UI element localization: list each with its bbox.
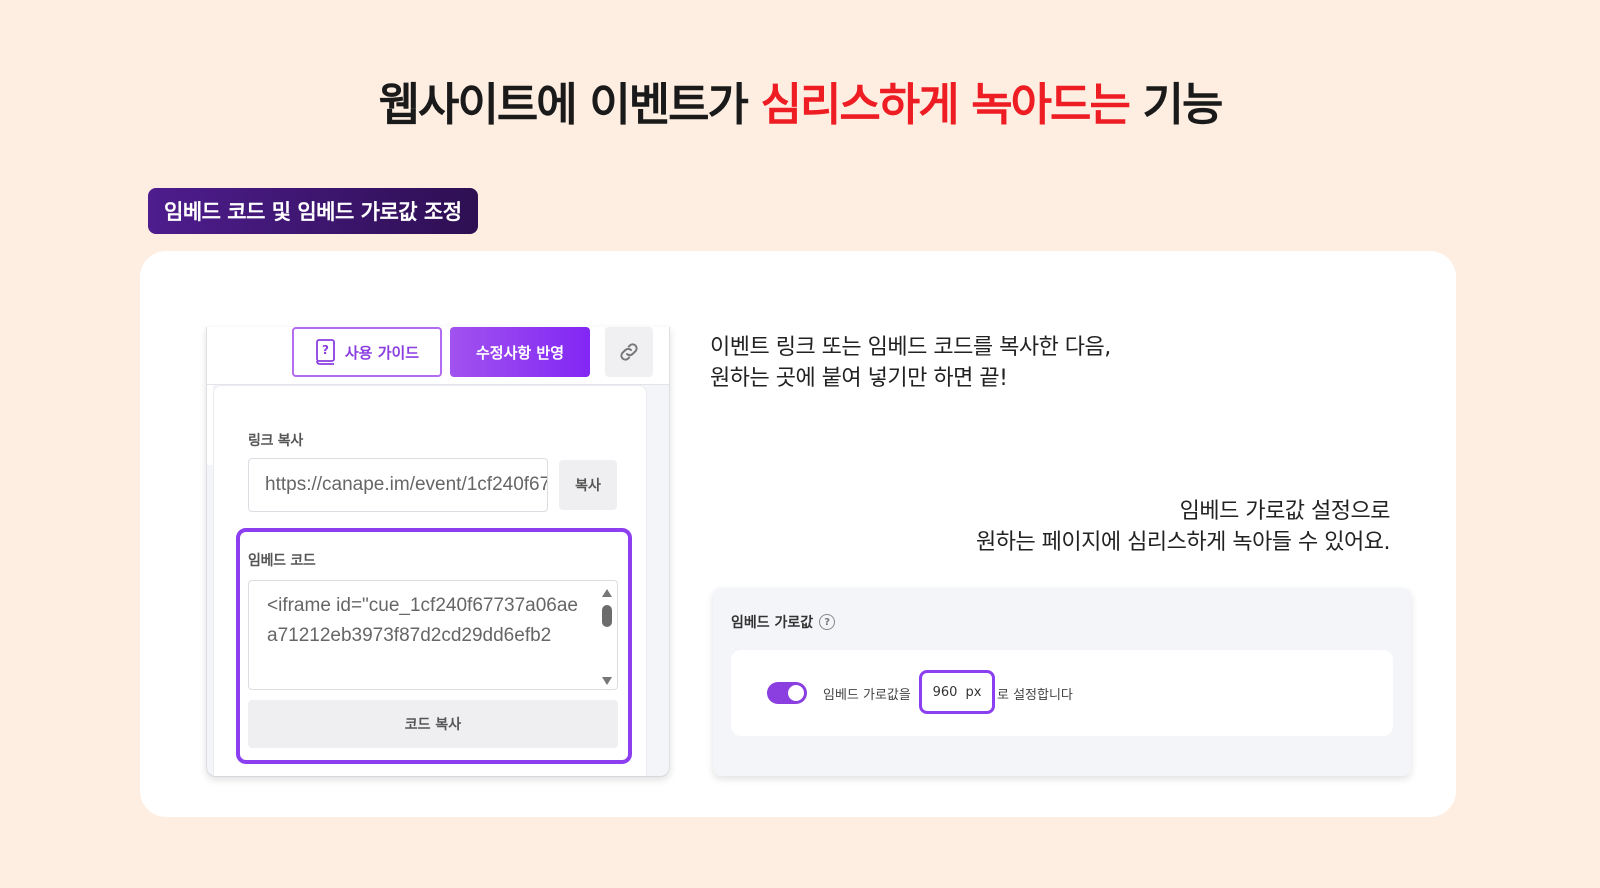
embed-settings-mock: ? 사용 가이드 수정사항 반영 링크 복사 https://canape.im…: [206, 327, 670, 777]
guide-button[interactable]: ? 사용 가이드: [292, 327, 442, 377]
svg-text:?: ?: [322, 343, 329, 357]
section-badge: 임베드 코드 및 임베드 가로값 조정: [148, 188, 478, 234]
embed-width-panel: 임베드 가로값 ? 임베드 가로값을 960 px 로 설정합니다: [713, 588, 1411, 776]
embed-width-value: 960: [932, 684, 958, 700]
width-text-before: 임베드 가로값을: [823, 688, 911, 703]
embed-code-textarea[interactable]: <iframe id="cue_1cf240f67737a06aea71212e…: [248, 580, 618, 690]
description-copy: 이벤트 링크 또는 임베드 코드를 복사한 다음, 원하는 곳에 붙여 넣기만 …: [710, 332, 1210, 394]
toggle-knob: [788, 685, 804, 701]
description-copy-line1: 이벤트 링크 또는 임베드 코드를 복사한 다음,: [710, 335, 1111, 360]
copy-code-button[interactable]: 코드 복사: [248, 700, 618, 748]
headline-highlight: 심리스하게 녹아드는: [760, 78, 1131, 131]
description-width: 임베드 가로값 설정으로 원하는 페이지에 심리스하게 녹아들 수 있어요.: [880, 496, 1391, 558]
link-icon: [620, 343, 638, 361]
embed-code-text: <iframe id="cue_1cf240f67737a06aea71212e…: [267, 595, 578, 646]
link-button[interactable]: [605, 327, 653, 377]
description-width-line2: 원하는 페이지에 심리스하게 녹아들 수 있어요.: [975, 530, 1391, 555]
apply-changes-button[interactable]: 수정사항 반영: [450, 327, 590, 377]
description-copy-line2: 원하는 곳에 붙여 넣기만 하면 끝!: [710, 366, 1008, 391]
headline-part2: 기능: [1128, 78, 1224, 131]
headline-part1: 웹사이트에 이벤트가: [378, 78, 761, 131]
embed-code-section: 임베드 코드 <iframe id="cue_1cf240f67737a06ae…: [236, 528, 632, 764]
link-copy-label: 링크 복사: [248, 433, 303, 449]
embed-width-unit: px: [965, 684, 982, 700]
embed-width-title: 임베드 가로값 ?: [731, 612, 836, 632]
book-question-icon: ?: [315, 339, 335, 365]
embed-width-toggle[interactable]: [767, 682, 807, 704]
scroll-thumb[interactable]: [602, 605, 612, 627]
embed-width-row: 임베드 가로값을 960 px 로 설정합니다: [731, 650, 1393, 736]
event-url-input[interactable]: https://canape.im/event/1cf240f67737a06a…: [248, 458, 548, 512]
scroll-down-arrow-icon[interactable]: [602, 677, 612, 685]
embed-width-input[interactable]: 960 px: [919, 670, 995, 714]
code-scrollbar[interactable]: [601, 587, 613, 685]
share-panel: 링크 복사 https://canape.im/event/1cf240f677…: [213, 385, 647, 776]
embed-width-title-text: 임베드 가로값: [731, 615, 814, 631]
embed-code-label: 임베드 코드: [248, 553, 316, 569]
help-circle-icon[interactable]: ?: [819, 614, 836, 630]
width-text-after: 로 설정합니다: [997, 688, 1073, 703]
page-headline: 웹사이트에 이벤트가 심리스하게 녹아드는 기능: [0, 68, 1600, 133]
guide-button-label: 사용 가이드: [344, 343, 420, 362]
scroll-up-arrow-icon[interactable]: [602, 589, 612, 597]
description-width-line1: 임베드 가로값 설정으로: [1179, 499, 1391, 524]
copy-link-button[interactable]: 복사: [559, 460, 617, 510]
mock-toolbar: ? 사용 가이드 수정사항 반영: [207, 327, 669, 385]
